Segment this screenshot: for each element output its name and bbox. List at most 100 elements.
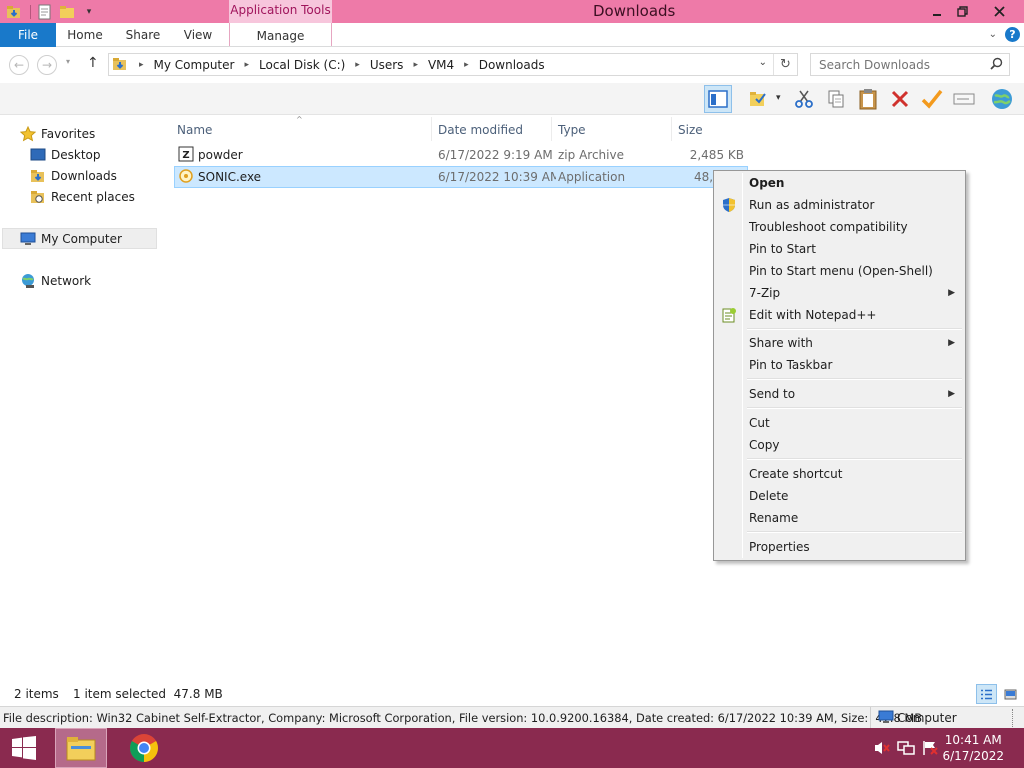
nav-network[interactable]: Network: [20, 270, 91, 291]
globe-button[interactable]: [988, 85, 1016, 113]
menu-item-label: Share with: [749, 336, 813, 350]
rename-button[interactable]: [950, 85, 978, 113]
tab-share[interactable]: Share: [118, 23, 168, 47]
restore-button[interactable]: [946, 0, 978, 23]
large-icons-view-icon: [1004, 689, 1017, 699]
start-button[interactable]: [0, 728, 48, 768]
copy-button[interactable]: [822, 85, 850, 113]
nav-downloads[interactable]: Downloads: [30, 165, 117, 186]
file-size: 2,485 KB: [689, 148, 744, 162]
column-header-size[interactable]: Size: [672, 119, 752, 141]
menu-item-label: Pin to Start: [749, 242, 816, 256]
breadcrumb-separator-icon[interactable]: ▸: [139, 60, 144, 70]
customize-qat-icon[interactable]: ▾: [81, 4, 97, 20]
nav-my-computer[interactable]: My Computer: [2, 228, 157, 249]
menu-item-rename[interactable]: Rename: [716, 507, 963, 529]
menu-item-cut[interactable]: Cut: [716, 412, 963, 434]
folder-downloads-icon[interactable]: [6, 4, 22, 20]
system-clock[interactable]: 10:41 AM 6/17/2022: [942, 732, 1004, 764]
refresh-icon[interactable]: ↻: [773, 54, 797, 75]
breadcrumb-users[interactable]: Users: [370, 58, 404, 72]
application-exe-icon: [178, 168, 194, 188]
breadcrumb-my-computer[interactable]: My Computer: [154, 58, 235, 72]
expand-ribbon-icon[interactable]: ⌄: [989, 29, 997, 40]
column-header-type[interactable]: Type: [552, 119, 670, 141]
menu-item-create-shortcut[interactable]: Create shortcut: [716, 463, 963, 485]
tab-manage[interactable]: Manage: [229, 23, 332, 46]
menu-item-7-zip[interactable]: 7-Zip ▶: [716, 282, 963, 304]
menu-item-label: Send to: [749, 387, 796, 401]
menu-item-send-to[interactable]: Send to ▶: [716, 383, 963, 405]
up-arrow-icon[interactable]: ↑: [87, 55, 99, 71]
rename-icon: [953, 93, 975, 105]
breadcrumb-separator-icon[interactable]: ▸: [355, 60, 360, 70]
delete-button[interactable]: [886, 85, 914, 113]
file-row-sonic-exe[interactable]: SONIC.exe 6/17/2022 10:39 AM Application…: [174, 166, 748, 188]
file-explorer-icon: [66, 737, 96, 761]
breadcrumb-separator-icon[interactable]: ▸: [244, 60, 249, 70]
tab-file[interactable]: File: [0, 23, 56, 47]
volume-muted-icon[interactable]: [872, 728, 892, 768]
tab-home[interactable]: Home: [60, 23, 110, 47]
menu-item-pin-to-taskbar[interactable]: Pin to Taskbar: [716, 354, 963, 376]
file-row-powder[interactable]: Z powder 6/17/2022 9:19 AM zip Archive 2…: [174, 145, 748, 167]
close-button[interactable]: [984, 0, 1014, 23]
paste-button[interactable]: [854, 85, 882, 113]
search-icon[interactable]: [990, 57, 1003, 73]
breadcrumb-vm4[interactable]: VM4: [428, 58, 454, 72]
breadcrumb-separator-icon[interactable]: ▸: [413, 60, 418, 70]
menu-item-share-with[interactable]: Share with ▶: [716, 332, 963, 354]
recent-locations-icon[interactable]: ▾: [66, 57, 70, 66]
menu-item-delete[interactable]: Delete: [716, 485, 963, 507]
menu-item-copy[interactable]: Copy: [716, 434, 963, 456]
resize-grip[interactable]: [1012, 709, 1022, 727]
menu-item-label: Copy: [749, 438, 780, 452]
taskbar-chrome[interactable]: [118, 728, 170, 768]
toolbar-dropdown-icon[interactable]: ▾: [776, 93, 781, 103]
select-folder-button[interactable]: [744, 85, 772, 113]
address-dropdown-icon[interactable]: ⌄: [759, 57, 767, 68]
preview-pane-icon: [708, 90, 728, 108]
menu-item-label: 7-Zip: [749, 286, 781, 300]
network-status-icon[interactable]: [896, 728, 916, 768]
nav-recent-places[interactable]: Recent places: [30, 186, 135, 207]
apply-button[interactable]: [918, 85, 946, 113]
windows-logo-icon: [12, 736, 36, 760]
nav-favorites[interactable]: Favorites: [20, 123, 95, 144]
forward-button[interactable]: →: [37, 55, 57, 75]
help-icon[interactable]: ?: [1005, 27, 1020, 42]
menu-item-pin-to-start-menu-open-shell[interactable]: Pin to Start menu (Open-Shell): [716, 260, 963, 282]
breadcrumb-local-disk[interactable]: Local Disk (C:): [259, 58, 345, 72]
new-folder-icon[interactable]: [59, 4, 75, 20]
action-center-flag-icon[interactable]: [920, 728, 940, 768]
nav-network-label: Network: [41, 273, 92, 288]
preview-pane-button[interactable]: [704, 85, 732, 113]
large-icons-view-button[interactable]: [1000, 684, 1021, 704]
taskbar-file-explorer[interactable]: [55, 728, 107, 768]
breadcrumb-separator-icon[interactable]: ▸: [464, 60, 469, 70]
details-view-icon: [981, 689, 992, 699]
menu-item-pin-to-start[interactable]: Pin to Start: [716, 238, 963, 260]
search-input[interactable]: [811, 54, 971, 75]
copy-icon: [828, 90, 844, 108]
menu-item-edit-with-notepad-plus-plus[interactable]: Edit with Notepad++: [716, 304, 963, 326]
network-icon: [20, 273, 36, 289]
folder-check-icon: [750, 92, 766, 106]
menu-item-properties[interactable]: Properties: [716, 536, 963, 558]
file-type: Application: [558, 170, 626, 184]
menu-item-open[interactable]: Open: [716, 172, 963, 194]
details-view-button[interactable]: [976, 684, 997, 704]
back-button[interactable]: ←: [9, 55, 29, 75]
menu-item-troubleshoot-compatibility[interactable]: Troubleshoot compatibility: [716, 216, 963, 238]
column-header-date-modified[interactable]: Date modified: [432, 119, 550, 141]
properties-icon[interactable]: [37, 4, 53, 20]
tab-view[interactable]: View: [175, 23, 221, 47]
address-bar[interactable]: ▸ My Computer ▸ Local Disk (C:) ▸ Users …: [108, 53, 798, 76]
menu-item-label: Rename: [749, 511, 799, 525]
delete-x-icon: [891, 90, 909, 108]
cut-button[interactable]: [790, 85, 818, 113]
file-date-modified: 6/17/2022 9:19 AM: [438, 148, 553, 162]
menu-item-run-as-administrator[interactable]: Run as administrator: [716, 194, 963, 216]
breadcrumb-downloads[interactable]: Downloads: [479, 58, 545, 72]
nav-desktop[interactable]: Desktop: [30, 144, 101, 165]
